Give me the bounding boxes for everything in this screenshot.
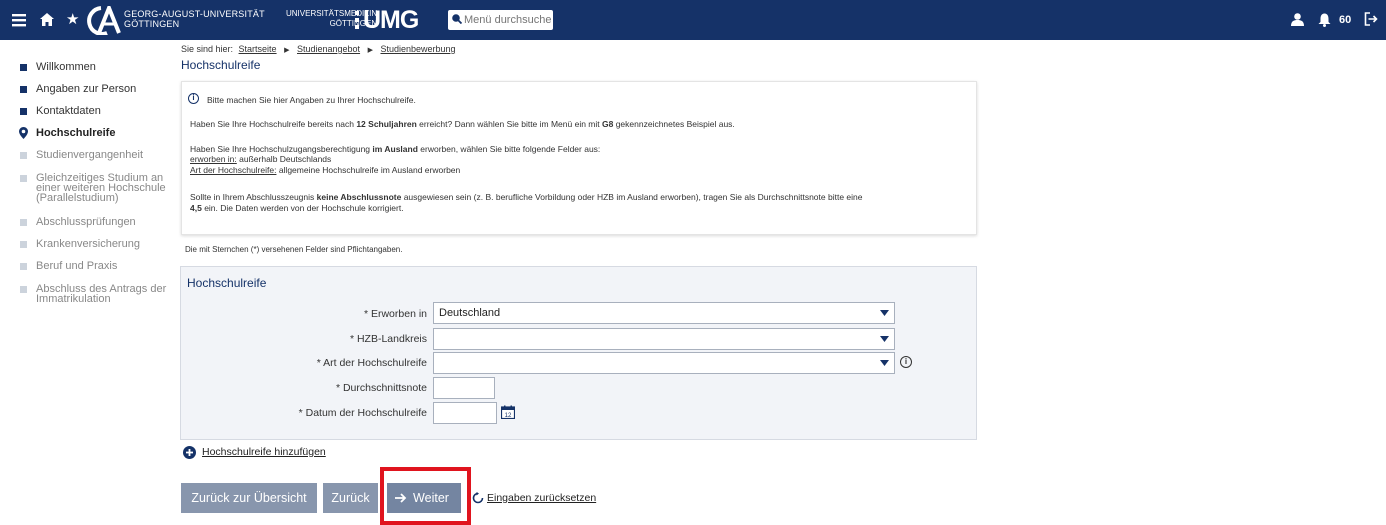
star-icon[interactable]: ★ (66, 12, 79, 27)
page-title: Hochschulreife (181, 58, 261, 72)
logout-icon[interactable] (1364, 12, 1378, 26)
breadcrumb-startseite[interactable]: Startseite (239, 44, 277, 54)
info-g8-bold: G8 (602, 119, 614, 129)
info-abroad-field1: erworben in: außerhalb Deutschlands (190, 154, 331, 164)
info-grade-bold: 4,5 (190, 203, 202, 213)
info-grade-bold: keine Abschlussnote (316, 192, 402, 202)
info-g8-text: erreicht? Dann wählen Sie bitte im Menü … (416, 119, 602, 129)
datum-hochschulreife-label: * Datum der Hochschulreife (298, 407, 427, 419)
done-bullet (20, 64, 27, 71)
info-g8-bold: 12 Schuljahren (356, 119, 417, 129)
erworben-in-label: * Erworben in (363, 308, 427, 320)
form-panel: Hochschulreife * Erworben in Deutschland… (180, 266, 977, 440)
info-g8: Haben Sie Ihre Hochschulreife bereits na… (190, 119, 735, 129)
pending-bullet (20, 219, 27, 226)
datum-hochschulreife-input[interactable] (433, 402, 497, 424)
info-field-value: außerhalb Deutschlands (236, 154, 332, 164)
info-grade: Sollte in Ihrem Abschlusszeugnis keine A… (190, 192, 862, 202)
info-abroad: Haben Sie Ihre Hochschulzugangsberechtig… (190, 144, 600, 154)
reset-icon (472, 492, 484, 504)
done-bullet (20, 108, 27, 115)
info-grade-text: ein. Die Daten werden von der Hochschule… (201, 203, 404, 213)
university-name: GEORG-AUGUST-UNIVERSITÄT GÖTTINGEN (124, 9, 265, 29)
info-field-label: erworben in: (190, 154, 237, 164)
location-pin-icon (19, 127, 28, 139)
info-grade-text: Sollte in Ihrem Abschlusszeugnis (190, 192, 317, 202)
nav-item-label: Angaben zur Person (36, 83, 137, 95)
university-name-line2: GÖTTINGEN (124, 19, 180, 29)
info-abroad-text: Haben Sie Ihre Hochschulzugangsberechtig… (190, 144, 373, 154)
info-field-value: allgemeine Hochschulreife im Ausland erw… (276, 165, 461, 175)
info-intro: Bitte machen Sie hier Angaben zu Ihrer H… (207, 95, 416, 105)
required-fields-note: Die mit Sternchen (*) versehenen Felder … (185, 245, 403, 254)
form-panel-title: Hochschulreife (187, 276, 267, 290)
info-g8-text: Haben Sie Ihre Hochschulreife bereits na… (190, 119, 357, 129)
nav-item-label: Abschlussprüfungen (36, 216, 136, 228)
calendar-day: 12 (505, 413, 512, 419)
breadcrumb-studienbewerbung[interactable]: Studienbewerbung (380, 44, 455, 54)
search-icon (452, 14, 462, 24)
art-hochschulreife-label: * Art der Hochschulreife (316, 357, 427, 369)
back-to-overview-button[interactable]: Zurück zur Übersicht (181, 483, 317, 513)
bell-icon[interactable] (1318, 13, 1331, 27)
done-bullet (20, 86, 27, 93)
plus-circle-icon (183, 446, 196, 459)
chevron-down-icon (880, 360, 889, 366)
umg-logo[interactable]: UMG (363, 6, 419, 34)
top-bar: ★ GEORG-AUGUST-UNIVERSITÄT GÖTTINGEN UNI… (0, 0, 1386, 40)
nav-item-label: Beruf und Praxis (36, 260, 118, 272)
info-box: i Bitte machen Sie hier Angaben zu Ihrer… (181, 81, 977, 235)
breadcrumb-separator-icon: ▶ (284, 47, 290, 54)
hzb-landkreis-select[interactable] (433, 328, 895, 350)
university-logo[interactable] (83, 6, 121, 35)
breadcrumb: Sie sind hier: Startseite ▶ Studienangeb… (181, 44, 456, 54)
nav-item-label: Willkommen (36, 61, 96, 73)
search-input[interactable] (448, 10, 553, 30)
pending-bullet (20, 263, 27, 270)
hzb-landkreis-label: * HZB-Landkreis (349, 333, 427, 345)
highlight-box (380, 467, 471, 525)
info-field-label: Art der Hochschulreife: (190, 165, 277, 175)
add-hochschulreife-label: Hochschulreife hinzufügen (202, 446, 326, 458)
pending-bullet (20, 152, 27, 159)
nav-item-label: Krankenversicherung (36, 238, 140, 250)
info-grade-cont: 4,5 ein. Die Daten werden von der Hochsc… (190, 203, 404, 213)
info-intro-text: Bitte machen Sie hier Angaben zu Ihrer H… (207, 95, 416, 105)
user-icon[interactable] (1291, 13, 1304, 26)
nav-item-label: Hochschulreife (36, 127, 116, 139)
info-abroad-field2: Art der Hochschulreife: allgemeine Hochs… (190, 165, 460, 175)
durchschnittsnote-input[interactable] (433, 377, 495, 399)
art-hochschulreife-select[interactable] (433, 352, 895, 374)
chevron-down-icon (880, 310, 889, 316)
info-abroad-text: erworben, wählen Sie bitte folgende Feld… (417, 144, 601, 154)
reset-label: Eingaben zurücksetzen (487, 492, 597, 504)
info-abroad-bold: im Ausland (372, 144, 418, 154)
durchschnittsnote-label: * Durchschnittsnote (335, 382, 427, 394)
info-grade-text: ausgewiesen sein (z. B. berufliche Vorbi… (401, 192, 863, 202)
back-button[interactable]: Zurück (323, 483, 378, 513)
nav-item-label: Abschluss des Antrags der Immatrikulatio… (36, 283, 167, 305)
help-info-icon[interactable]: i (900, 356, 912, 368)
breadcrumb-prefix: Sie sind hier: (181, 44, 234, 54)
nav-item-label: Gleichzeitiges Studium an einer weiteren… (36, 172, 166, 204)
pending-bullet (20, 241, 27, 248)
erworben-in-value: Deutschland (439, 307, 501, 319)
nav-item-label: Studienvergangenheit (36, 149, 144, 161)
home-icon[interactable] (40, 13, 54, 26)
info-icon: i (188, 93, 199, 104)
notification-count[interactable]: 60 (1339, 14, 1351, 26)
chevron-down-icon (880, 336, 889, 342)
breadcrumb-separator-icon: ▶ (367, 47, 373, 54)
pending-bullet (20, 286, 27, 293)
info-g8-text: gekennzeichnetes Beispiel aus. (613, 119, 735, 129)
erworben-in-select[interactable]: Deutschland (433, 302, 895, 324)
breadcrumb-studienangebot[interactable]: Studienangebot (297, 44, 360, 54)
umg-separator (355, 11, 359, 29)
menu-icon[interactable] (12, 13, 26, 27)
pending-bullet (20, 175, 27, 182)
nav-item-label: Kontaktdaten (36, 105, 101, 117)
university-name-line1: GEORG-AUGUST-UNIVERSITÄT (124, 9, 265, 19)
calendar-icon[interactable]: 12 (501, 405, 515, 419)
